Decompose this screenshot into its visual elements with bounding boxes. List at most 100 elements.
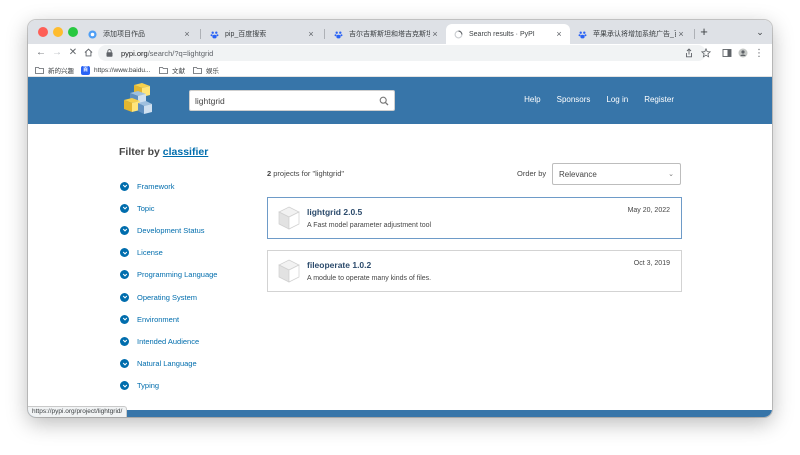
facet-license[interactable]: License bbox=[120, 242, 217, 264]
pypi-footer-band bbox=[28, 410, 772, 417]
facet-label: Intended Audience bbox=[137, 336, 200, 346]
bookmark-star-icon[interactable] bbox=[700, 47, 712, 59]
tab-3[interactable]: 吉尔吉斯斯坦和塔吉克斯坦边境冲 × bbox=[326, 24, 446, 44]
order-by-select[interactable]: Relevance ⌄ bbox=[552, 163, 681, 185]
facet-label: Development Status bbox=[137, 225, 205, 235]
tab-separator bbox=[324, 29, 325, 39]
package-name[interactable]: fileoperate 1.0.2 bbox=[307, 260, 371, 270]
page-viewport: Help Sponsors Log in Register Filter by … bbox=[28, 77, 772, 417]
tab-strip: 添加项目作品 × pip_百度搜索 × 吉尔吉斯斯坦和塔吉克斯坦边境冲 × Se… bbox=[28, 20, 772, 44]
chevron-down-icon: ⌄ bbox=[668, 171, 674, 178]
result-count-number: 2 bbox=[267, 169, 272, 178]
close-tab-icon[interactable]: × bbox=[182, 29, 192, 39]
chevron-down-icon bbox=[120, 336, 129, 346]
baidu-paw-icon bbox=[334, 30, 343, 39]
share-icon[interactable] bbox=[683, 47, 695, 59]
result-card[interactable]: lightgrid 2.0.5 A Fast model parameter a… bbox=[267, 197, 682, 239]
pypi-logo-icon[interactable] bbox=[120, 83, 154, 115]
facet-programming-language[interactable]: Programming Language bbox=[120, 264, 217, 286]
facet-operating-system[interactable]: Operating System bbox=[120, 286, 217, 308]
facet-intended-audience[interactable]: Intended Audience bbox=[120, 330, 217, 352]
header-nav: Help Sponsors Log in Register bbox=[524, 95, 674, 104]
tab-title: 苹果承认将增加系统广告_百度搜 bbox=[593, 31, 676, 38]
package-cube-icon bbox=[278, 206, 300, 230]
close-window-button[interactable] bbox=[38, 27, 48, 37]
bookmark-label: https://www.baidu... bbox=[94, 66, 151, 74]
side-panel-icon[interactable] bbox=[721, 47, 733, 59]
search-icon[interactable] bbox=[374, 91, 394, 110]
bookmark-item[interactable]: 新的兴趣 bbox=[35, 65, 74, 75]
minimize-window-button[interactable] bbox=[53, 27, 63, 37]
url-path: /search/?q=lightgrid bbox=[147, 48, 214, 58]
chevron-down-icon bbox=[120, 203, 129, 213]
classifier-facets: Framework Topic Development Status Licen… bbox=[120, 175, 217, 397]
chevron-down-icon bbox=[120, 248, 129, 258]
facet-topic[interactable]: Topic bbox=[120, 197, 217, 219]
tab-separator bbox=[694, 29, 695, 39]
chevron-down-icon bbox=[120, 225, 129, 235]
profile-avatar-icon[interactable] bbox=[737, 47, 749, 59]
facet-label: Environment bbox=[137, 314, 180, 324]
bookmark-label: 文献 bbox=[172, 68, 185, 75]
bookmarks-bar: 新的兴趣 百 https://www.baidu... 文献 娱乐 bbox=[28, 63, 772, 77]
facet-label: Operating System bbox=[137, 292, 198, 302]
tab-4-active[interactable]: Search results · PyPI × bbox=[446, 24, 570, 44]
facet-label: Natural Language bbox=[137, 359, 197, 369]
url-text[interactable]: pypi.org/search/?q=lightgrid bbox=[121, 49, 213, 58]
forward-arrow-icon[interactable]: → bbox=[50, 46, 64, 60]
menu-kebab-icon[interactable]: ⋮ bbox=[753, 47, 765, 59]
nav-login-link[interactable]: Log in bbox=[606, 95, 628, 104]
tab-1[interactable]: 添加项目作品 × bbox=[80, 24, 198, 44]
filter-heading: Filter by classifier bbox=[119, 146, 208, 158]
facet-framework[interactable]: Framework bbox=[120, 175, 217, 197]
tab-2[interactable]: pip_百度搜索 × bbox=[202, 24, 322, 44]
baidu-icon: 百 bbox=[81, 65, 90, 75]
package-cube-icon bbox=[278, 259, 300, 283]
tab-title: Search results · PyPI bbox=[469, 30, 535, 38]
facet-typing[interactable]: Typing bbox=[120, 375, 217, 397]
close-tab-icon[interactable]: × bbox=[430, 29, 440, 39]
tab-search-chevron-icon[interactable]: ⌄ bbox=[754, 26, 766, 38]
classifier-link[interactable]: classifier bbox=[163, 146, 209, 158]
search-input[interactable] bbox=[195, 95, 374, 106]
bookmark-item[interactable]: 娱乐 bbox=[193, 65, 219, 75]
filter-prefix: Filter by bbox=[119, 146, 160, 158]
new-tab-button[interactable]: + bbox=[698, 25, 710, 38]
facet-environment[interactable]: Environment bbox=[120, 308, 217, 330]
pypi-search-box[interactable] bbox=[189, 90, 395, 111]
browser-toolbar: ← → ✕ pypi.org/search/?q=lightgrid ⋮ bbox=[28, 44, 772, 63]
facet-development-status[interactable]: Development Status bbox=[120, 219, 217, 241]
nav-register-link[interactable]: Register bbox=[644, 95, 674, 104]
stop-loading-icon[interactable]: ✕ bbox=[66, 46, 80, 60]
loading-spinner-icon bbox=[454, 30, 463, 39]
bookmark-label: 娱乐 bbox=[206, 68, 219, 75]
address-bar[interactable]: pypi.org/search/?q=lightgrid bbox=[98, 45, 706, 61]
status-bar-url: https://pypi.org/project/lightgrid/ bbox=[28, 406, 128, 417]
pypi-header: Help Sponsors Log in Register bbox=[28, 77, 772, 124]
close-tab-icon[interactable]: × bbox=[676, 29, 686, 39]
facet-label: Topic bbox=[137, 203, 155, 213]
close-tab-icon[interactable]: × bbox=[306, 29, 316, 39]
nav-help-link[interactable]: Help bbox=[524, 95, 540, 104]
back-arrow-icon[interactable]: ← bbox=[34, 46, 48, 60]
tab-5[interactable]: 苹果承认将增加系统广告_百度搜 × bbox=[570, 24, 692, 44]
folder-icon bbox=[193, 66, 202, 74]
maximize-window-button[interactable] bbox=[68, 27, 78, 37]
home-icon[interactable] bbox=[81, 46, 95, 60]
bookmark-item[interactable]: 文献 bbox=[159, 65, 185, 75]
package-date: Oct 3, 2019 bbox=[633, 260, 670, 267]
bookmark-item[interactable]: 百 https://www.baidu... bbox=[81, 65, 150, 75]
bookmark-label: 新的兴趣 bbox=[48, 68, 74, 75]
folder-icon bbox=[159, 66, 168, 74]
lock-icon[interactable] bbox=[106, 49, 113, 57]
facet-label: Framework bbox=[137, 181, 175, 191]
result-count: 2 projects for "lightgrid" bbox=[267, 169, 344, 178]
result-card[interactable]: fileoperate 1.0.2 A module to operate ma… bbox=[267, 250, 682, 292]
package-name[interactable]: lightgrid 2.0.5 bbox=[307, 207, 362, 217]
chevron-down-icon bbox=[120, 359, 129, 369]
tab-title: 添加项目作品 bbox=[103, 31, 145, 38]
close-tab-icon[interactable]: × bbox=[554, 29, 564, 39]
nav-sponsors-link[interactable]: Sponsors bbox=[557, 95, 591, 104]
tab-title: 吉尔吉斯斯坦和塔吉克斯坦边境冲 bbox=[349, 31, 430, 38]
facet-natural-language[interactable]: Natural Language bbox=[120, 353, 217, 375]
